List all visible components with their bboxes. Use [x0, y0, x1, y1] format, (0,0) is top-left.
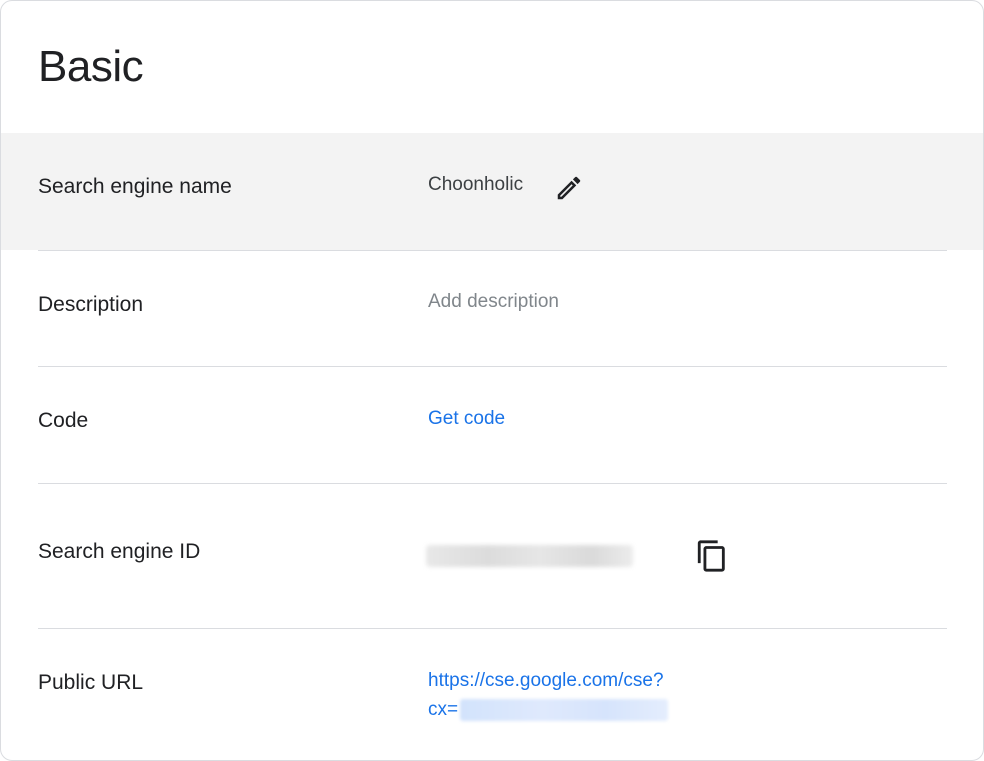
search-engine-name-label: Search engine name	[38, 175, 232, 198]
description-label: Description	[38, 293, 144, 316]
public-url-link[interactable]: https://cse.google.com/cse? cx=	[428, 666, 669, 724]
row-description: Description Add description	[1, 251, 983, 366]
search-engine-id-label: Search engine ID	[38, 540, 201, 563]
public-url-line-1: https://cse.google.com/cse?	[428, 670, 664, 691]
row-code: Code Get code	[1, 367, 983, 483]
public-url-id-redacted	[460, 698, 669, 721]
search-engine-name-value: Choonholic	[428, 174, 524, 195]
code-label: Code	[38, 409, 89, 432]
card-title: Basic	[38, 42, 144, 91]
public-url-line-2: cx=	[428, 695, 669, 724]
copy-icon[interactable]	[693, 537, 731, 575]
add-description-field[interactable]: Add description	[428, 288, 559, 316]
get-code-link[interactable]: Get code	[428, 405, 505, 433]
public-url-label: Public URL	[38, 671, 144, 694]
pencil-edit-icon[interactable]	[552, 171, 586, 205]
row-search-engine-name[interactable]: Search engine name Choonholic	[1, 133, 983, 250]
basic-settings-card: Basic Search engine name Choonholic Desc…	[0, 0, 984, 761]
search-engine-id-value-redacted	[426, 545, 633, 567]
public-url-cx-prefix: cx=	[428, 699, 459, 720]
